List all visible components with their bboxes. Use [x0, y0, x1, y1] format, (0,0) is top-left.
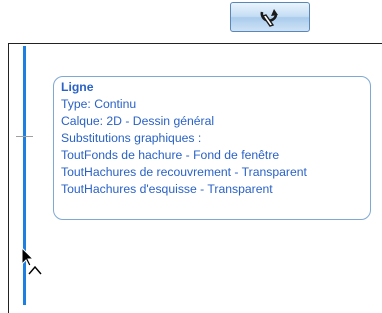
pointer-cursor-icon	[21, 247, 42, 275]
rotate-icon	[260, 9, 278, 27]
substitution-item: ToutHachures d'esquisse - Transparent	[61, 182, 273, 196]
line-tick-mark	[16, 136, 33, 137]
substitution-item: ToutFonds de hachure - Fond de fenêtre	[61, 148, 280, 162]
layer-info: Calque: 2D - Dessin général	[61, 114, 215, 128]
substitution-item: ToutHachures de recouvrement - Transpare…	[61, 165, 307, 179]
substitutions-header: Substitutions graphiques :	[61, 131, 202, 145]
element-info-tooltip: Ligne Type: Continu Calque: 2D - Dessin …	[53, 76, 371, 220]
line-type: Type: Continu	[61, 97, 137, 111]
tooltip-title: Ligne	[61, 80, 94, 94]
rotate-tool-button[interactable]	[230, 2, 310, 32]
